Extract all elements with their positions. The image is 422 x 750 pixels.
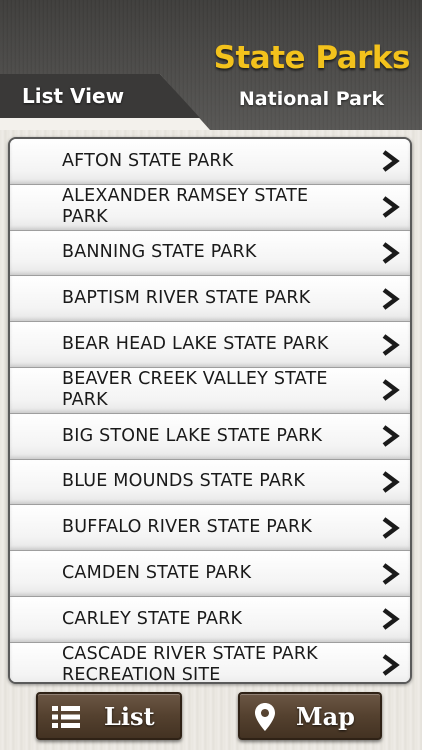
chevron-right-icon (382, 608, 400, 631)
list-item[interactable]: AFTON STATE PARK (10, 139, 410, 185)
list-item[interactable]: BEAVER CREEK VALLEY STATE PARK (10, 367, 410, 414)
list-button[interactable]: List (36, 692, 182, 740)
list-item[interactable]: BANNING STATE PARK (10, 230, 410, 277)
chevron-right-icon (382, 333, 400, 356)
app-subtitle: National Park (238, 88, 384, 110)
chevron-right-icon (382, 196, 400, 218)
list-item-label: ALEXANDER RAMSEY STATE PARK (62, 186, 309, 228)
list-button-label: List (104, 702, 155, 731)
list-item[interactable]: BUFFALO RIVER STATE PARK (10, 505, 410, 552)
chevron-right-icon (382, 562, 400, 585)
list-item-label: CAMDEN STATE PARK (62, 563, 252, 584)
map-button-label: Map (296, 702, 355, 731)
list-item[interactable]: BAPTISM RIVER STATE PARK (10, 276, 410, 323)
list-item[interactable]: CASCADE RIVER STATE PARK RECREATION SITE (10, 642, 410, 684)
list-item-label: BIG STONE LAKE STATE PARK (62, 425, 323, 446)
chevron-right-icon (382, 287, 400, 310)
list-item-label: BANNING STATE PARK (62, 242, 257, 263)
list-item-label: BUFFALO RIVER STATE PARK (62, 517, 313, 538)
chevron-right-icon (382, 425, 400, 447)
list-item-label: BAPTISM RIVER STATE PARK (62, 288, 311, 309)
list-item-label: CASCADE RIVER STATE PARK RECREATION SITE (62, 644, 318, 684)
list-item-label: BEAVER CREEK VALLEY STATE PARK (62, 369, 328, 411)
list-item[interactable]: BLUE MOUNDS STATE PARK (10, 459, 410, 506)
list-item-label: BLUE MOUNDS STATE PARK (62, 471, 306, 492)
list-item-label: CARLEY STATE PARK (62, 608, 243, 629)
list-view-tab[interactable]: List View (22, 84, 124, 108)
chevron-right-icon (382, 379, 400, 402)
chevron-right-icon (382, 516, 400, 539)
list-item[interactable]: ALEXANDER RAMSEY STATE PARK (10, 184, 410, 231)
map-button[interactable]: Map (238, 692, 382, 740)
chevron-right-icon (382, 150, 400, 173)
header-bar: List View State Parks National Park (0, 0, 422, 130)
map-pin-icon (255, 703, 275, 731)
list-item[interactable]: CAMDEN STATE PARK (10, 551, 410, 597)
list-item-label: AFTON STATE PARK (62, 150, 234, 171)
chevron-right-icon (382, 242, 400, 264)
app-title: State Parks (213, 40, 411, 76)
list-item[interactable]: BEAR HEAD LAKE STATE PARK (10, 322, 410, 368)
list-item[interactable]: CARLEY STATE PARK (10, 596, 410, 643)
park-list[interactable]: AFTON STATE PARK ALEXANDER RAMSEY STATE … (8, 137, 412, 684)
chevron-right-icon (382, 654, 400, 676)
list-item-label: BEAR HEAD LAKE STATE PARK (62, 334, 329, 355)
list-item[interactable]: BIG STONE LAKE STATE PARK (10, 413, 410, 460)
chevron-right-icon (382, 471, 400, 493)
list-icon (52, 706, 80, 728)
